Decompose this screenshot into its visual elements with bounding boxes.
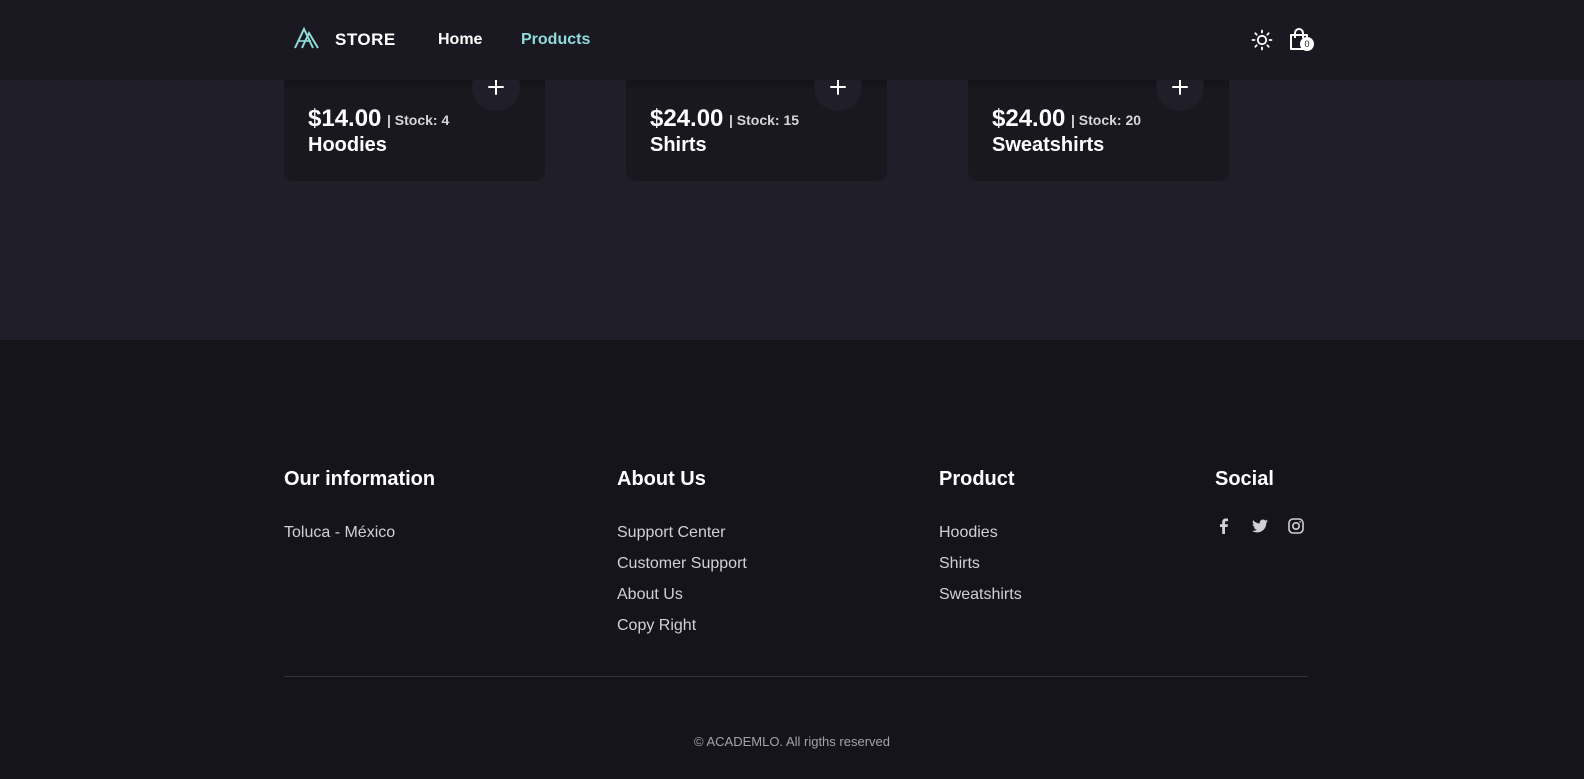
nav-home-link[interactable]: Home — [438, 31, 482, 49]
footer-social-title: Social — [1215, 468, 1274, 490]
social-icons — [1215, 517, 1305, 535]
brand-name[interactable]: STORE — [335, 30, 396, 50]
product-stock: | Stock: 20 — [1071, 112, 1142, 128]
nav-products-link[interactable]: Products — [521, 31, 590, 49]
sun-icon[interactable] — [1251, 29, 1273, 51]
plus-icon — [830, 79, 846, 95]
product-price: $24.00 — [650, 105, 724, 132]
copyright-text: © ACADEMLO. All rigths reserved — [694, 734, 890, 749]
logo-icon[interactable] — [293, 27, 321, 49]
product-card-shirts[interactable]: $24.00 | Stock: 15 Shirts — [626, 63, 887, 181]
footer-link-copy-right[interactable]: Copy Right — [617, 610, 747, 641]
footer-info-title: Our information — [284, 468, 436, 490]
facebook-icon[interactable] — [1215, 517, 1233, 535]
footer-link-about-us[interactable]: About Us — [617, 579, 747, 610]
instagram-icon[interactable] — [1287, 517, 1305, 535]
plus-icon — [488, 79, 504, 95]
cart-count-badge: 0 — [1300, 37, 1314, 51]
product-stock: | Stock: 15 — [729, 112, 800, 128]
footer-about-column: About Us Support Center Customer Support… — [617, 468, 747, 641]
product-card-hoodies[interactable]: $14.00 | Stock: 4 Hoodies — [284, 63, 545, 181]
footer-product-title: Product — [939, 468, 1015, 490]
footer-link-shirts[interactable]: Shirts — [939, 548, 1022, 579]
product-price: $14.00 — [308, 105, 382, 132]
plus-icon — [1172, 79, 1188, 95]
footer-product-column: Product Hoodies Shirts Sweatshirts — [939, 468, 1022, 610]
product-stock: | Stock: 4 — [387, 112, 450, 128]
top-navbar: STORE Home Products 0 — [0, 0, 1584, 80]
product-name: Shirts — [650, 134, 707, 156]
product-card-sweatshirts[interactable]: $24.00 | Stock: 20 Sweatshirts — [968, 63, 1229, 181]
product-name: Hoodies — [308, 134, 387, 156]
footer-link-hoodies[interactable]: Hoodies — [939, 517, 1022, 548]
footer-link-sweatshirts[interactable]: Sweatshirts — [939, 579, 1022, 610]
footer-social-column: Social — [1215, 468, 1305, 535]
footer-link-support-center[interactable]: Support Center — [617, 517, 747, 548]
product-name: Sweatshirts — [992, 134, 1105, 156]
footer-location: Toluca - México — [284, 524, 396, 541]
footer-divider — [284, 676, 1308, 677]
footer-about-title: About Us — [617, 468, 706, 490]
product-price: $24.00 — [992, 105, 1066, 132]
twitter-icon[interactable] — [1251, 517, 1269, 535]
footer-link-customer-support[interactable]: Customer Support — [617, 548, 747, 579]
site-footer: Our information Toluca - México About Us… — [0, 340, 1584, 779]
footer-info-column: Our information Toluca - México — [284, 468, 435, 548]
